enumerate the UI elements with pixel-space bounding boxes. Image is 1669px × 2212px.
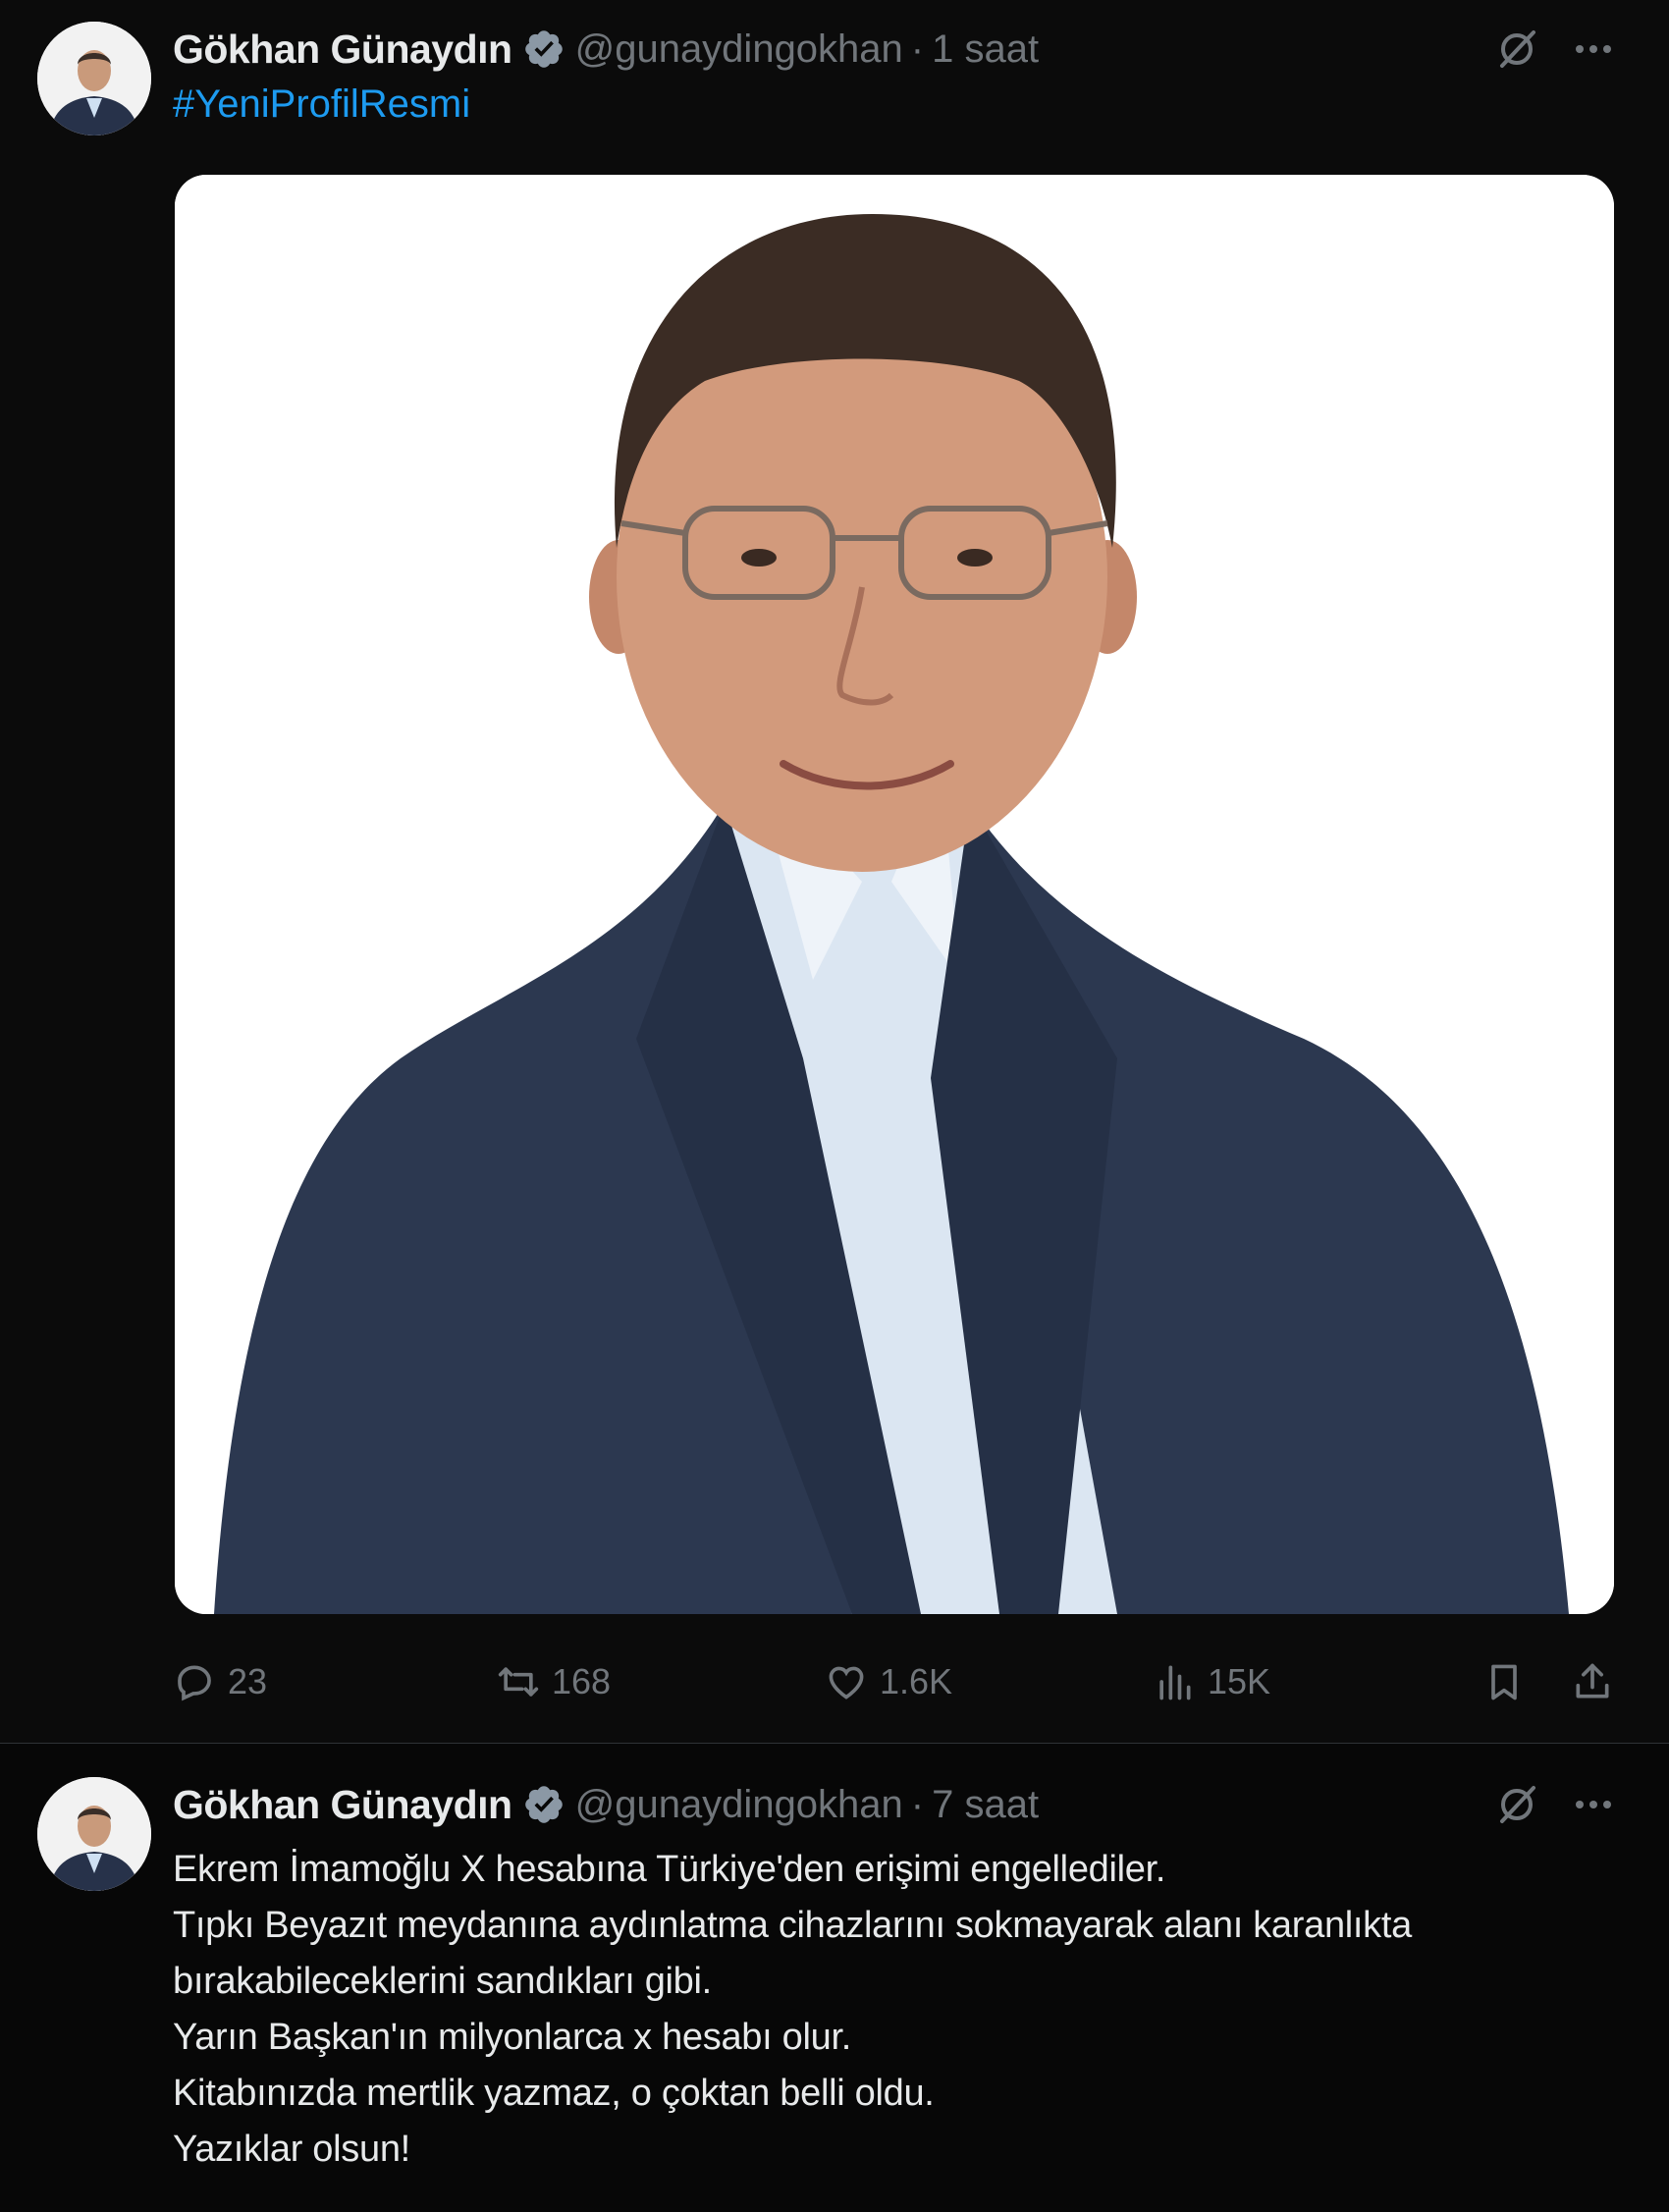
- views-count: 15K: [1208, 1661, 1271, 1701]
- reply-icon: [178, 1665, 211, 1701]
- tweet-text: Ekrem İmamoğlu X hesabına Türkiye'den er…: [173, 1842, 1636, 2178]
- tweet-text-line: Kitabınızda mertlik yazmaz, o çoktan bel…: [173, 2073, 935, 2114]
- author-name[interactable]: Gökhan Günaydın: [173, 1782, 512, 1828]
- more-icon[interactable]: [1569, 25, 1618, 74]
- author-handle[interactable]: @gunaydingokhan: [575, 27, 903, 72]
- separator-dot: ·: [910, 27, 925, 71]
- tweet-header: Gökhan Günaydın @gunaydingokhan · 7 saat: [173, 1775, 1039, 1834]
- tweet-text-line: bırakabileceklerini sandıkları gibi.: [173, 1961, 712, 2002]
- tweet-header: Gökhan Günaydın @gunaydingokhan · 1 saat: [173, 20, 1039, 79]
- views-icon: [1159, 1665, 1191, 1700]
- bookmark-icon: [1491, 1664, 1517, 1700]
- grok-icon[interactable]: [1492, 1780, 1541, 1829]
- bookmark-button[interactable]: [1482, 1651, 1526, 1712]
- portrait-image: [175, 175, 1614, 1614]
- share-icon: [1576, 1663, 1609, 1699]
- separator-dot: ·: [910, 1782, 925, 1826]
- tweet-actions: 23 168 1.6K 15K: [173, 1651, 1626, 1712]
- like-count: 1.6K: [880, 1661, 953, 1701]
- like-icon: [829, 1666, 864, 1699]
- tweet-1[interactable]: Gökhan Günaydın @gunaydingokhan · 1 saat…: [0, 0, 1669, 1744]
- grok-icon[interactable]: [1492, 25, 1541, 74]
- repost-count: 168: [552, 1661, 612, 1701]
- share-button[interactable]: [1571, 1651, 1614, 1712]
- like-button[interactable]: 1.6K: [825, 1651, 952, 1712]
- timestamp[interactable]: 1 saat: [932, 27, 1039, 72]
- tweet-photo[interactable]: [175, 175, 1614, 1614]
- verified-badge-icon[interactable]: [522, 1783, 565, 1826]
- more-icon[interactable]: [1569, 1780, 1618, 1829]
- tweet-text-line: Yazıklar olsun!: [173, 2129, 410, 2170]
- author-handle[interactable]: @gunaydingokhan: [575, 1783, 903, 1827]
- tweet-text-line: Tıpkı Beyazıt meydanına aydınlatma cihaz…: [173, 1905, 1412, 1946]
- author-avatar[interactable]: [37, 22, 151, 135]
- repost-icon: [498, 1667, 539, 1697]
- reply-count: 23: [228, 1661, 268, 1701]
- author-avatar[interactable]: [37, 1777, 151, 1891]
- hashtag-link[interactable]: #YeniProfilResmi: [173, 82, 470, 127]
- repost-button[interactable]: 168: [497, 1651, 611, 1712]
- tweet-text-line: Yarın Başkan'ın milyonlarca x hesabı olu…: [173, 2017, 851, 2058]
- tweet-text-line: Ekrem İmamoğlu X hesabına Türkiye'den er…: [173, 1849, 1166, 1890]
- author-name[interactable]: Gökhan Günaydın: [173, 27, 512, 73]
- views-button[interactable]: 15K: [1153, 1651, 1270, 1712]
- reply-button[interactable]: 23: [173, 1651, 267, 1712]
- verified-badge-icon[interactable]: [522, 27, 565, 71]
- timestamp[interactable]: 7 saat: [932, 1783, 1039, 1827]
